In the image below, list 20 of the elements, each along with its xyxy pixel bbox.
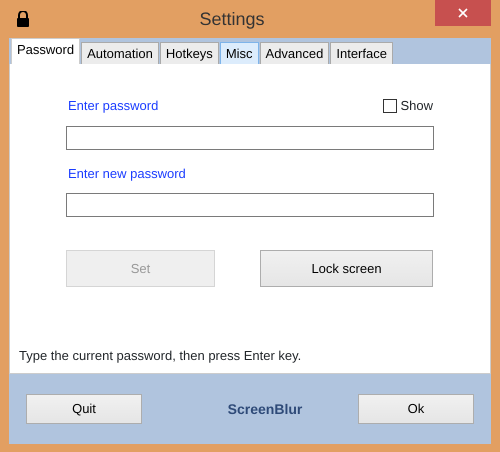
field-label: Enter new password	[68, 164, 187, 183]
ok-button[interactable]: Ok	[358, 394, 474, 424]
tab[interactable]: Automation	[81, 42, 159, 64]
tab[interactable]: Misc	[220, 42, 259, 64]
tab[interactable]: Hotkeys	[160, 42, 219, 64]
app-name: ScreenBlur	[228, 400, 302, 418]
close-icon	[458, 8, 468, 18]
close-button[interactable]	[435, 0, 491, 26]
field-label: Enter password	[68, 97, 158, 115]
password-field[interactable]	[66, 126, 434, 150]
show-checkbox[interactable]: Show	[383, 96, 433, 116]
tab[interactable]: Interface	[330, 42, 393, 64]
hint-text: Type the current password, then press Enter key.	[19, 346, 302, 365]
window-title: Settings	[198, 8, 266, 31]
quit-button[interactable]: Quit	[26, 394, 142, 424]
tab[interactable]: Advanced	[260, 42, 330, 64]
tab[interactable]: Password	[11, 38, 80, 64]
new-password-field[interactable]	[66, 193, 434, 217]
lock-screen-button[interactable]: Lock screen	[260, 250, 433, 287]
lock-icon	[17, 11, 29, 27]
